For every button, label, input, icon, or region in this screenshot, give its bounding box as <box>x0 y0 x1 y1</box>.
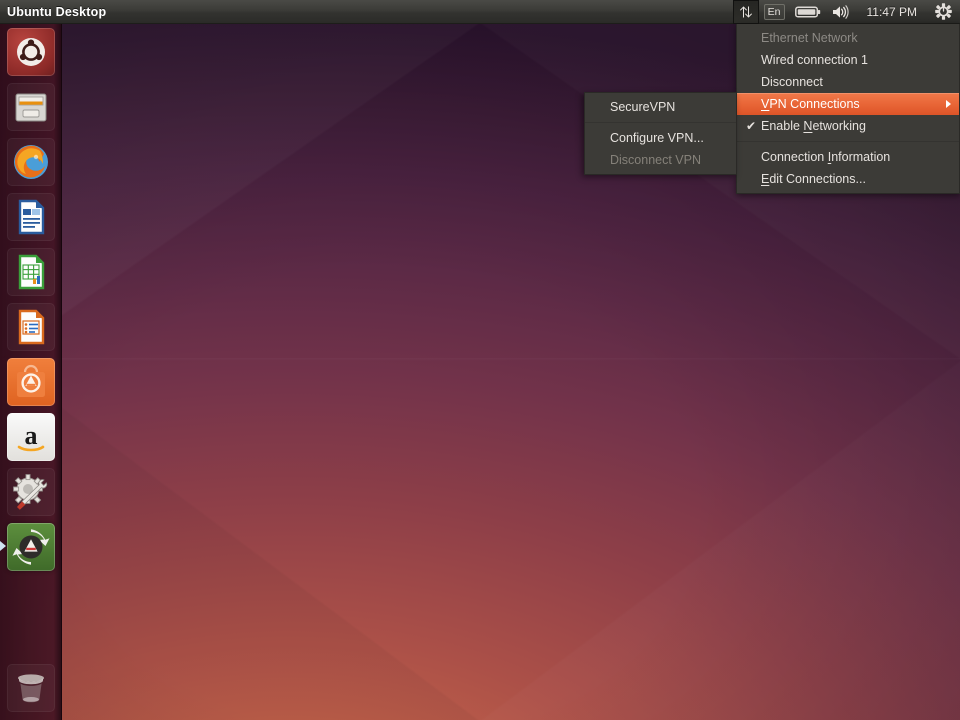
menu-item-edit-connections[interactable]: Edit Connections... <box>737 168 959 190</box>
launcher-item-trash[interactable] <box>7 664 55 712</box>
ubuntu-logo-icon <box>17 38 45 66</box>
battery-indicator[interactable] <box>790 0 826 24</box>
menu-item-vpn-connections-label: VPN Connections <box>761 97 860 111</box>
firefox-icon <box>14 145 48 179</box>
clock-label: 11:47 PM <box>866 4 917 19</box>
sound-indicator[interactable] <box>826 0 854 24</box>
menu-separator <box>737 141 959 142</box>
keyboard-indicator[interactable]: En <box>759 0 790 24</box>
gear-wrench-icon <box>13 474 48 510</box>
gear-power-icon <box>935 3 952 20</box>
menu-item-configure-vpn[interactable]: Configure VPN... <box>585 127 736 149</box>
libreoffice-calc-icon <box>18 254 45 290</box>
launcher-item-software-updater[interactable] <box>0 523 55 571</box>
launcher-item-dash[interactable] <box>7 28 55 76</box>
menu-item-vpn-connections[interactable]: VPN Connections <box>737 93 959 115</box>
panel-app-title: Ubuntu Desktop <box>7 4 107 19</box>
desktop-screen: a Ubuntu Desktop En 11:47 PM Ethernet Ne… <box>0 0 960 720</box>
amazon-icon: a <box>17 421 45 452</box>
trash-bin-icon <box>18 674 44 703</box>
launcher-item-files[interactable] <box>7 83 55 131</box>
wallpaper-fold-lower-left <box>0 360 480 720</box>
clock-indicator[interactable]: 11:47 PM <box>854 0 930 24</box>
battery-icon <box>794 5 820 18</box>
launcher-item-writer[interactable] <box>7 193 55 241</box>
submenu-separator <box>585 122 736 123</box>
keyboard-layout-icon: En <box>763 3 785 20</box>
wallpaper-fold-upper-left <box>0 24 480 360</box>
launcher-item-amazon[interactable]: a <box>7 413 55 461</box>
menu-item-disconnect[interactable]: Disconnect <box>737 71 959 93</box>
menu-item-securevpn[interactable]: SecureVPN <box>585 96 736 118</box>
software-center-bag-icon <box>17 364 45 397</box>
network-menu: Ethernet Network Wired connection 1 Disc… <box>736 24 960 194</box>
file-cabinet-icon <box>15 93 47 122</box>
wallpaper-fold-lower-right <box>480 360 960 720</box>
menu-item-edit-connections-label: Edit Connections... <box>761 172 866 186</box>
launcher-item-impress[interactable] <box>7 303 55 351</box>
panel-indicator-area: En 11:47 PM <box>732 0 960 24</box>
network-updown-arrows-icon <box>739 5 752 18</box>
top-panel: Ubuntu Desktop En 11:47 PM <box>0 0 960 24</box>
menu-item-enable-networking-label: Enable Networking <box>761 119 866 133</box>
menu-item-ethernet-network-header: Ethernet Network <box>761 31 858 45</box>
software-updater-icon <box>12 529 50 565</box>
menu-item-connection-information[interactable]: Connection Information <box>737 146 959 168</box>
menu-item-wired-connection-1[interactable]: Wired connection 1 <box>737 49 959 71</box>
wallpaper-fold-horizon <box>0 358 960 361</box>
launcher-item-calc[interactable] <box>7 248 55 296</box>
svg-text:a: a <box>25 421 38 450</box>
running-indicator-arrow <box>0 541 6 551</box>
menu-item-enable-networking[interactable]: ✔ Enable Networking <box>737 115 959 137</box>
launcher-item-software-center[interactable] <box>7 358 55 406</box>
session-indicator[interactable] <box>930 0 960 24</box>
vpn-submenu: SecureVPN Configure VPN... Disconnect VP… <box>584 92 737 175</box>
menu-item-connection-information-label: Connection Information <box>761 150 891 164</box>
launcher-item-system-settings[interactable] <box>7 468 55 516</box>
volume-speaker-icon <box>832 4 849 19</box>
checkmark-icon: ✔ <box>746 119 757 133</box>
chevron-right-icon <box>946 100 951 108</box>
unity-launcher: a <box>0 24 62 720</box>
libreoffice-impress-icon <box>18 309 45 345</box>
network-indicator[interactable] <box>732 0 759 24</box>
launcher-item-firefox[interactable] <box>7 138 55 186</box>
menu-item-disconnect-vpn: Disconnect VPN <box>610 153 702 167</box>
libreoffice-writer-icon <box>18 199 45 235</box>
